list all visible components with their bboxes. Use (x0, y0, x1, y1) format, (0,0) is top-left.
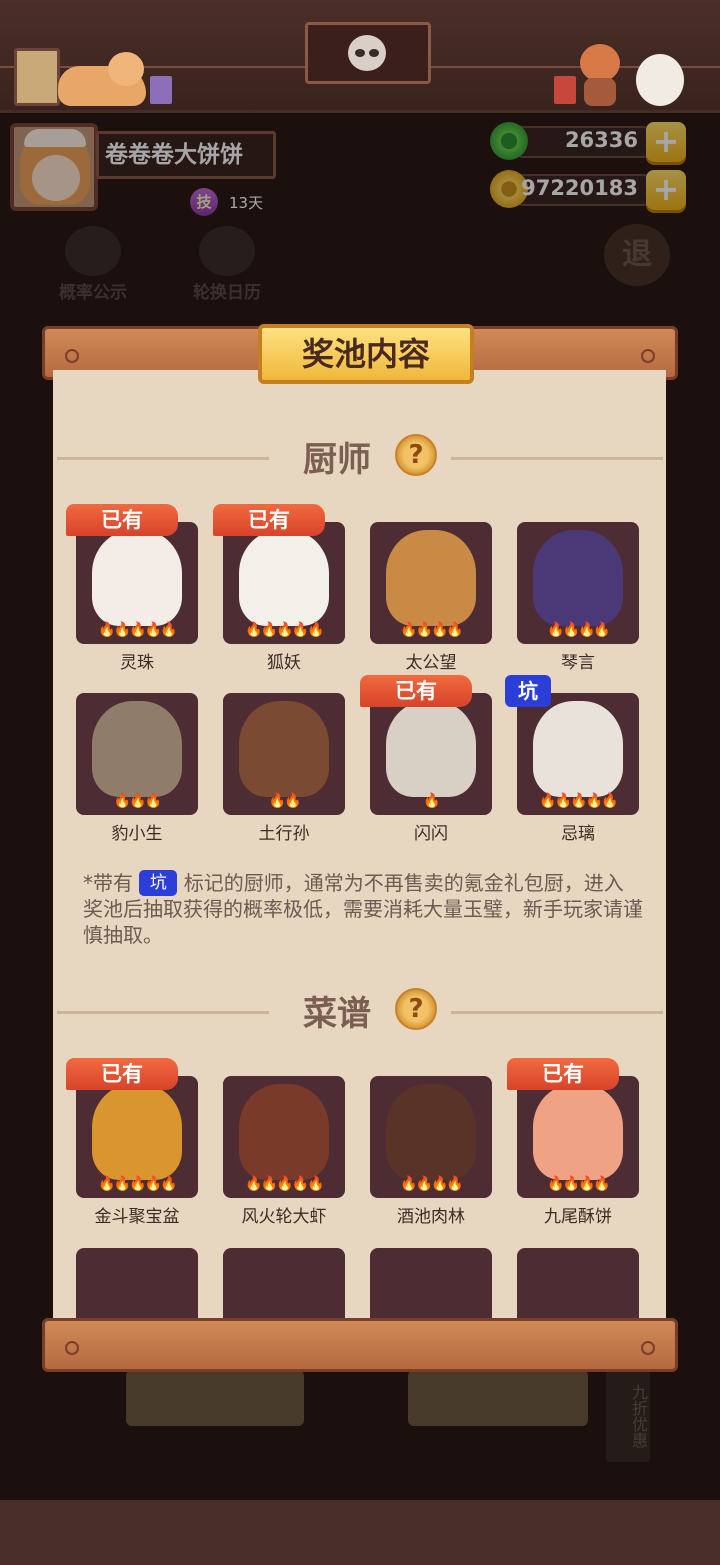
chef-card[interactable]: 🔥🔥🔥🔥 琴言 (517, 522, 639, 673)
sheep-decoration (636, 54, 684, 106)
recipe-name: 风火轮大虾 (241, 1207, 327, 1227)
chef-girl-decoration (576, 44, 622, 106)
owned-badge: 已有 (66, 504, 178, 536)
recipe-card-partial[interactable] (76, 1248, 198, 1320)
chef-section-header: 厨师 ? (53, 430, 666, 486)
recipe-portrait (533, 1084, 623, 1180)
note-prefix: *带有 (83, 871, 133, 895)
recipe-name: 九尾酥饼 (544, 1207, 612, 1227)
chef-portrait-frame: 🔥🔥🔥 (76, 693, 198, 815)
bottom-strip (0, 1500, 720, 1565)
rarity-flames: 🔥🔥🔥🔥🔥 (539, 793, 618, 809)
recipe-portrait (239, 1084, 329, 1180)
pit-note: *带有 坑 标记的厨师，通常为不再售卖的氪金礼包厨，进入奖池后抽取获得的概率极低… (83, 870, 643, 948)
modal-title: 奖池内容 (258, 324, 474, 384)
chef-name: 闪闪 (414, 824, 448, 844)
chef-portrait-frame: 🔥🔥🔥🔥 (517, 522, 639, 644)
recipe-section-title: 菜谱 (303, 994, 371, 1034)
recipe-help-icon[interactable]: ? (395, 988, 437, 1030)
red-cup-decoration (554, 76, 576, 104)
chef-card[interactable]: 🔥🔥🔥🔥🔥 狐妖 已有 (213, 504, 345, 673)
rarity-flames: 🔥🔥🔥🔥🔥 (245, 1176, 324, 1192)
chef-name: 土行孙 (258, 824, 310, 844)
chef-name: 太公望 (405, 653, 457, 673)
hanging-raccoon-plaque (305, 22, 431, 84)
recipe-card-partial[interactable] (517, 1248, 639, 1320)
chef-portrait (239, 530, 329, 626)
chef-card[interactable]: 🔥🔥🔥🔥 太公望 (370, 522, 492, 673)
pit-badge: 坑 (505, 675, 551, 707)
prize-pool-panel[interactable]: 厨师 ? 🔥🔥🔥🔥🔥 灵珠 已有 🔥🔥🔥🔥🔥 狐妖 已有 🔥🔥🔥🔥 太公望 🔥🔥🔥🔥 琴言 🔥🔥🔥 豹… (53, 370, 666, 1320)
nail-icon (65, 349, 79, 363)
chef-card[interactable]: 🔥🔥🔥🔥🔥 灵珠 已有 (66, 504, 198, 673)
chef-help-icon[interactable]: ? (395, 434, 437, 476)
rarity-flames: 🔥🔥🔥 (113, 793, 162, 809)
chef-name: 灵珠 (120, 653, 154, 673)
recipe-portrait (92, 1084, 182, 1180)
rarity-flames: 🔥🔥🔥🔥🔥 (245, 622, 324, 638)
recipe-card-partial[interactable] (223, 1248, 345, 1320)
chef-portrait-frame: 🔥🔥🔥🔥 (370, 522, 492, 644)
recipe-section-header: 菜谱 ? (53, 984, 666, 1040)
chef-card[interactable]: 🔥🔥 土行孙 (223, 693, 345, 844)
recipe-name: 酒池肉林 (397, 1207, 465, 1227)
chef-portrait-frame: 🔥🔥 (223, 693, 345, 815)
nail-icon (65, 1341, 79, 1355)
recipe-card[interactable]: 🔥🔥🔥🔥 酒池肉林 (370, 1076, 492, 1227)
recipe-card[interactable]: 🔥🔥🔥🔥🔥 风火轮大虾 (223, 1076, 345, 1227)
owned-badge: 已有 (360, 675, 472, 707)
chef-card[interactable]: 🔥🔥🔥🔥🔥 忌璃 坑 (505, 675, 639, 844)
wall-frame-decoration (14, 48, 60, 106)
chef-portrait-frame: 🔥🔥🔥🔥🔥 (517, 693, 639, 815)
chef-portrait (92, 701, 182, 797)
chef-portrait (92, 530, 182, 626)
chef-card[interactable]: 🔥 闪闪 已有 (360, 675, 492, 844)
chef-portrait (533, 701, 623, 797)
rarity-flames: 🔥 (423, 793, 440, 809)
rarity-flames: 🔥🔥🔥🔥 (547, 622, 611, 638)
recipe-portrait-frame: 🔥🔥🔥🔥 (517, 1076, 639, 1198)
rarity-flames: 🔥🔥🔥🔥 (400, 1176, 464, 1192)
pit-inline-badge: 坑 (139, 870, 178, 896)
recipe-card-partial[interactable] (370, 1248, 492, 1320)
purple-cup-decoration (150, 76, 172, 104)
owned-badge: 已有 (507, 1058, 619, 1090)
chef-name: 豹小生 (111, 824, 163, 844)
chef-portrait-frame: 🔥🔥🔥🔥🔥 (76, 522, 198, 644)
recipe-card[interactable]: 🔥🔥🔥🔥🔥 金斗聚宝盆 已有 (66, 1058, 198, 1227)
owned-badge: 已有 (213, 504, 325, 536)
chef-name: 琴言 (561, 653, 595, 673)
rarity-flames: 🔥🔥🔥🔥 (547, 1176, 611, 1192)
rarity-flames: 🔥🔥 (268, 793, 302, 809)
recipe-portrait-frame: 🔥🔥🔥🔥 (370, 1076, 492, 1198)
modal-bottom-wood-bar (42, 1318, 678, 1372)
chef-card[interactable]: 🔥🔥🔥 豹小生 (76, 693, 198, 844)
rarity-flames: 🔥🔥🔥🔥 (400, 622, 464, 638)
raccoon-face (348, 35, 386, 71)
chef-portrait (386, 530, 476, 626)
chef-portrait-frame: 🔥 (370, 693, 492, 815)
sleeping-cat-decoration (58, 52, 146, 106)
nail-icon (641, 1341, 655, 1355)
rarity-flames: 🔥🔥🔥🔥🔥 (98, 1176, 177, 1192)
chef-section-title: 厨师 (303, 440, 371, 480)
chef-portrait (533, 530, 623, 626)
top-banner (0, 0, 720, 113)
chef-portrait (239, 701, 329, 797)
chef-portrait (386, 701, 476, 797)
recipe-portrait (386, 1084, 476, 1180)
chef-portrait-frame: 🔥🔥🔥🔥🔥 (223, 522, 345, 644)
chef-name: 忌璃 (561, 824, 595, 844)
recipe-name: 金斗聚宝盆 (94, 1207, 180, 1227)
chef-name: 狐妖 (267, 653, 301, 673)
nail-icon (641, 349, 655, 363)
owned-badge: 已有 (66, 1058, 178, 1090)
recipe-portrait-frame: 🔥🔥🔥🔥🔥 (76, 1076, 198, 1198)
rarity-flames: 🔥🔥🔥🔥🔥 (98, 622, 177, 638)
recipe-portrait-frame: 🔥🔥🔥🔥🔥 (223, 1076, 345, 1198)
recipe-card[interactable]: 🔥🔥🔥🔥 九尾酥饼 已有 (507, 1058, 639, 1227)
